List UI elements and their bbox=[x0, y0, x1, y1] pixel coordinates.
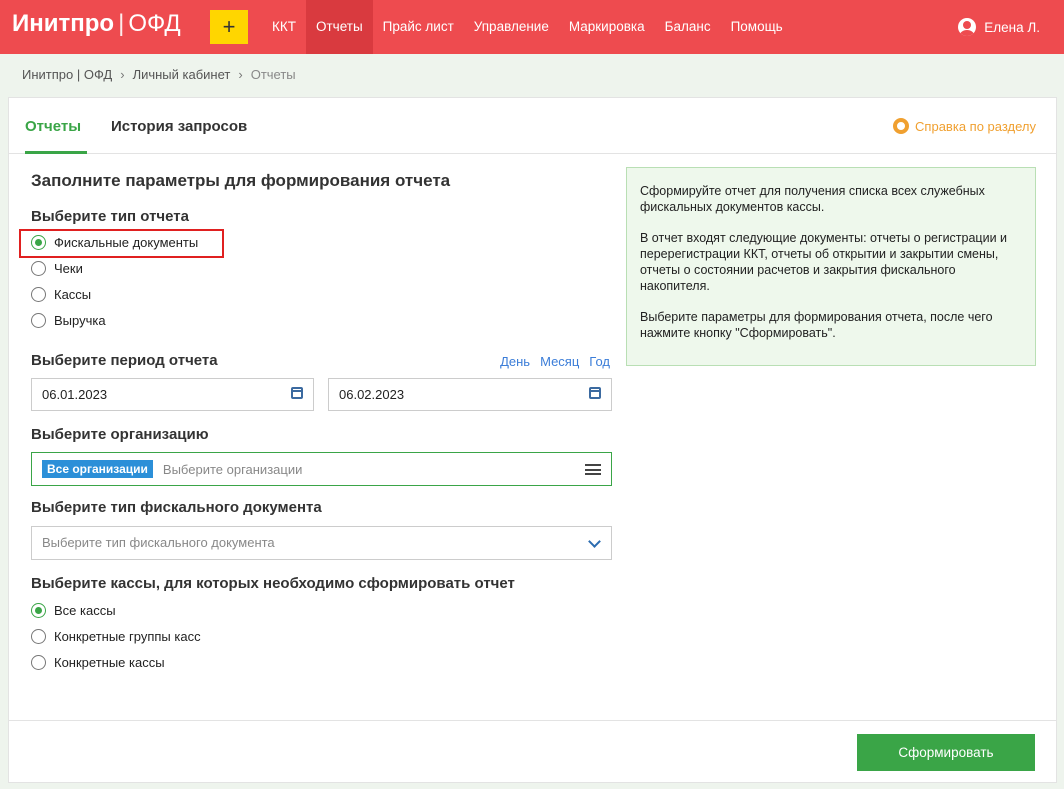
lifebuoy-icon bbox=[893, 118, 910, 134]
user-menu[interactable]: Елена Л. bbox=[958, 0, 1040, 54]
radio-revenue[interactable]: Выручка bbox=[31, 313, 106, 328]
radio-icon bbox=[31, 313, 46, 328]
fiscal-doc-type-label: Выберите тип фискального документа bbox=[31, 499, 322, 516]
section-help-label: Справка по разделу bbox=[915, 118, 1036, 134]
user-name: Елена Л. bbox=[984, 19, 1040, 35]
organization-label: Выберите организацию bbox=[31, 426, 209, 443]
period-label: Выберите период отчета bbox=[31, 352, 218, 369]
radio-label: Кассы bbox=[54, 287, 92, 302]
fiscal-doc-type-select[interactable]: Выберите тип фискального документа bbox=[31, 526, 612, 560]
radio-label: Фискальные документы bbox=[54, 235, 199, 250]
radio-checked-icon bbox=[31, 235, 46, 250]
radio-icon bbox=[31, 629, 46, 644]
radio-registers[interactable]: Кассы bbox=[31, 287, 91, 302]
info-panel: Сформируйте отчет для получения списка в… bbox=[626, 167, 1036, 366]
logo[interactable]: Инитпро | ОФД bbox=[12, 10, 181, 38]
organization-chip[interactable]: Все организации bbox=[42, 460, 153, 478]
radio-label: Чеки bbox=[54, 261, 83, 276]
radio-label: Все кассы bbox=[54, 603, 116, 618]
info-paragraph: Сформируйте отчет для получения списка в… bbox=[640, 184, 985, 214]
date-to-input[interactable]: 06.02.2023 bbox=[328, 378, 612, 411]
add-button[interactable]: + bbox=[210, 10, 248, 44]
period-year-link[interactable]: Год bbox=[589, 354, 610, 369]
calendar-icon[interactable] bbox=[589, 387, 601, 399]
nav-item-management[interactable]: Управление bbox=[464, 0, 559, 54]
nav-item-reports[interactable]: Отчеты bbox=[305, 0, 373, 54]
form-title: Заполните параметры для формирования отч… bbox=[31, 171, 451, 190]
date-to-value: 06.02.2023 bbox=[339, 387, 405, 402]
main-nav: ККТ Отчеты Прайс лист Управление Маркиро… bbox=[262, 0, 793, 54]
radio-fiscal-documents[interactable]: Фискальные документы bbox=[31, 235, 198, 250]
footer-divider bbox=[9, 720, 1056, 721]
registers-label: Выберите кассы, для которых необходимо с… bbox=[31, 575, 515, 592]
nav-item-balance[interactable]: Баланс bbox=[655, 0, 721, 54]
tabs-bar: Отчеты История запросов Справка по разде… bbox=[9, 98, 1056, 154]
top-bar: Инитпро | ОФД + ККТ Отчеты Прайс лист Упра… bbox=[0, 0, 1064, 54]
date-from-value: 06.01.2023 bbox=[42, 387, 108, 402]
nav-item-help[interactable]: Помощь bbox=[721, 0, 793, 54]
report-card: Отчеты История запросов Справка по разде… bbox=[8, 97, 1057, 783]
radio-label: Выручка bbox=[54, 313, 106, 328]
breadcrumb-home[interactable]: Инитпро | ОФД bbox=[22, 67, 112, 82]
generate-report-button[interactable]: Сформировать bbox=[857, 734, 1035, 771]
nav-item-kkt[interactable]: ККТ bbox=[262, 0, 306, 54]
breadcrumb-current: Отчеты bbox=[250, 67, 296, 82]
nav-item-price-list[interactable]: Прайс лист bbox=[373, 0, 464, 54]
radio-icon bbox=[31, 655, 46, 670]
radio-label: Конкретные кассы bbox=[54, 655, 165, 670]
radio-checked-icon bbox=[31, 603, 46, 618]
breadcrumb: Инитпро | ОФД › Личный кабинет › Отчеты bbox=[22, 67, 296, 82]
radio-register-groups[interactable]: Конкретные группы касс bbox=[31, 629, 201, 644]
period-day-link[interactable]: День bbox=[500, 354, 530, 369]
user-icon bbox=[958, 18, 977, 36]
organization-select[interactable]: Все организации Выберите организации bbox=[31, 452, 612, 486]
period-month-link[interactable]: Месяц bbox=[540, 354, 579, 369]
calendar-icon[interactable] bbox=[291, 387, 303, 399]
info-paragraph: Выберите параметры для формирования отче… bbox=[640, 310, 993, 340]
breadcrumb-cabinet[interactable]: Личный кабинет bbox=[133, 67, 231, 82]
fiscal-doc-type-placeholder: Выберите тип фискального документа bbox=[42, 535, 275, 550]
radio-icon bbox=[31, 287, 46, 302]
period-quick-links: День Месяц Год bbox=[500, 354, 610, 369]
radio-receipts[interactable]: Чеки bbox=[31, 261, 83, 276]
radio-specific-registers[interactable]: Конкретные кассы bbox=[31, 655, 165, 670]
radio-icon bbox=[31, 261, 46, 276]
info-paragraph: В отчет входят следующие документы: отче… bbox=[640, 231, 1008, 293]
radio-all-registers[interactable]: Все кассы bbox=[31, 603, 116, 618]
logo-brand: Инитпро bbox=[12, 10, 115, 37]
logo-separator: | bbox=[118, 10, 125, 37]
active-tab-indicator bbox=[25, 151, 87, 154]
date-from-input[interactable]: 06.01.2023 bbox=[31, 378, 314, 411]
tab-reports[interactable]: Отчеты bbox=[25, 118, 81, 135]
tab-request-history[interactable]: История запросов bbox=[111, 118, 247, 135]
chevron-down-icon bbox=[588, 535, 601, 548]
logo-product: ОФД bbox=[128, 10, 181, 37]
breadcrumb-separator: › bbox=[238, 67, 243, 82]
section-help-link[interactable]: Справка по разделу bbox=[893, 118, 1036, 134]
report-type-label: Выберите тип отчета bbox=[31, 208, 189, 225]
organization-placeholder: Выберите организации bbox=[162, 461, 303, 477]
nav-item-marking[interactable]: Маркировка bbox=[559, 0, 655, 54]
radio-label: Конкретные группы касс bbox=[54, 629, 201, 644]
breadcrumb-separator: › bbox=[120, 67, 125, 82]
list-icon[interactable] bbox=[585, 464, 601, 475]
